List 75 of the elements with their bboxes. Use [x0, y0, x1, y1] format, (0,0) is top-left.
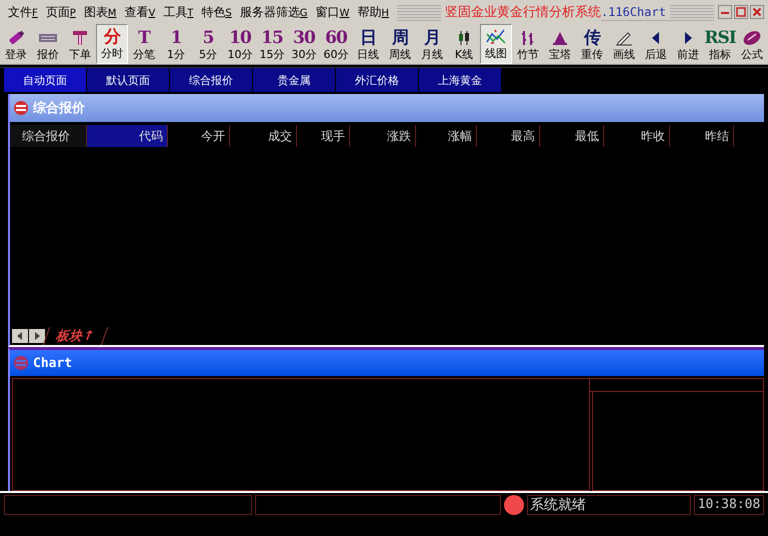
scroll-right-icon[interactable] [29, 329, 45, 343]
toolbar-button[interactable]: 线图 [480, 24, 512, 64]
column-header[interactable]: 最低 [540, 125, 604, 147]
column-header[interactable]: 最高 [477, 125, 540, 147]
minimize-icon[interactable] [718, 5, 732, 19]
menu-item[interactable]: 工具T [159, 4, 198, 20]
logo-icon [13, 100, 29, 116]
t-bar-icon [72, 30, 88, 46]
right-arrow-icon [684, 32, 692, 44]
toolbar-button[interactable]: 画线 [608, 24, 640, 64]
column-header[interactable]: 今开 [168, 125, 230, 147]
toolbar-button[interactable]: 分 分时 [96, 24, 128, 64]
toolbar-button[interactable]: 后退 [640, 24, 672, 64]
column-header[interactable]: 涨幅 [416, 125, 477, 147]
toolbar-button[interactable]: 公式 [736, 24, 768, 64]
toolbar-button[interactable]: 日 日线 [352, 24, 384, 64]
column-header[interactable]: 成交 [230, 125, 297, 147]
status-time: 10:38:08 [694, 495, 764, 515]
toolbar-button[interactable]: 15 15分 [256, 24, 288, 64]
window-title: 竖固金业黄金行情分析系统 [440, 3, 601, 21]
status-dot [504, 495, 524, 515]
menu-item[interactable]: 服务器筛选G [236, 4, 312, 20]
keyboard-icon [39, 33, 57, 43]
toolbar-button[interactable]: 5 5分 [192, 24, 224, 64]
menu-item[interactable]: 特色S [197, 4, 236, 20]
menu-item[interactable]: 窗口 W [312, 4, 354, 20]
close-icon[interactable] [750, 5, 764, 19]
toolbar-button[interactable]: 1 1分 [160, 24, 192, 64]
page-tab[interactable]: 自动页面 [4, 68, 87, 92]
toolbar-button[interactable]: 竹节 [512, 24, 544, 64]
column-header[interactable]: 代码 [87, 125, 168, 147]
toolbar-button[interactable]: 下单 [64, 24, 96, 64]
toolbar-button[interactable]: 周 周线 [384, 24, 416, 64]
column-header[interactable]: 昨收 [604, 125, 670, 147]
toolbar-button[interactable]: 60 60分 [320, 24, 352, 64]
candlestick-icon [456, 30, 472, 46]
pencil-icon [615, 30, 633, 46]
bar-chart-icon [520, 30, 536, 46]
menu-item[interactable]: 文件F [4, 4, 42, 20]
column-header[interactable]: 涨跌 [350, 125, 416, 147]
toolbar-button[interactable]: 传 重传 [576, 24, 608, 64]
menu-item[interactable]: 页面P [42, 4, 80, 20]
pyramid-icon [552, 31, 568, 45]
page-tab[interactable]: 贵金属 [253, 68, 336, 92]
sheet-tab[interactable]: 板块↑ [42, 327, 108, 345]
status-message: 系统就绪 [527, 495, 691, 515]
toolbar-button[interactable]: 10 10分 [224, 24, 256, 64]
toolbar-button[interactable]: 30 30分 [288, 24, 320, 64]
toolbar-button[interactable]: 月 月线 [416, 24, 448, 64]
toolbar-button[interactable]: RSI 指标 [704, 24, 736, 64]
toolbar-button[interactable]: K线 [448, 24, 480, 64]
column-header[interactable]: 昨结 [670, 125, 734, 147]
toolbar-button[interactable]: T 分笔 [128, 24, 160, 64]
toolbar-button[interactable]: 报价 [32, 24, 64, 64]
version-label: .116Chart [600, 5, 670, 19]
line-chart-icon [486, 28, 506, 46]
menu-item[interactable]: 图表M [80, 4, 120, 20]
toolbar-button[interactable]: 宝塔 [544, 24, 576, 64]
panel-title: Chart [33, 356, 72, 370]
toolbar-button[interactable]: 前进 [672, 24, 704, 64]
column-header[interactable]: 综合报价 [10, 125, 87, 147]
logo-icon [13, 355, 29, 371]
toolbar-button[interactable]: 登录 [0, 24, 32, 64]
left-arrow-icon [652, 32, 660, 44]
maximize-icon[interactable] [734, 5, 748, 19]
page-tab[interactable]: 上海黄金 [419, 68, 502, 92]
scroll-left-icon[interactable] [12, 329, 28, 343]
panel-title: 综合报价 [33, 100, 85, 117]
page-tab[interactable]: 综合报价 [170, 68, 253, 92]
capsule-icon [742, 30, 762, 46]
page-tab[interactable]: 默认页面 [87, 68, 170, 92]
column-header[interactable]: 现手 [297, 125, 350, 147]
menu-item[interactable]: 帮助H [353, 4, 393, 20]
menu-item[interactable]: 查看V [120, 4, 160, 20]
page-tab[interactable]: 外汇价格 [336, 68, 419, 92]
